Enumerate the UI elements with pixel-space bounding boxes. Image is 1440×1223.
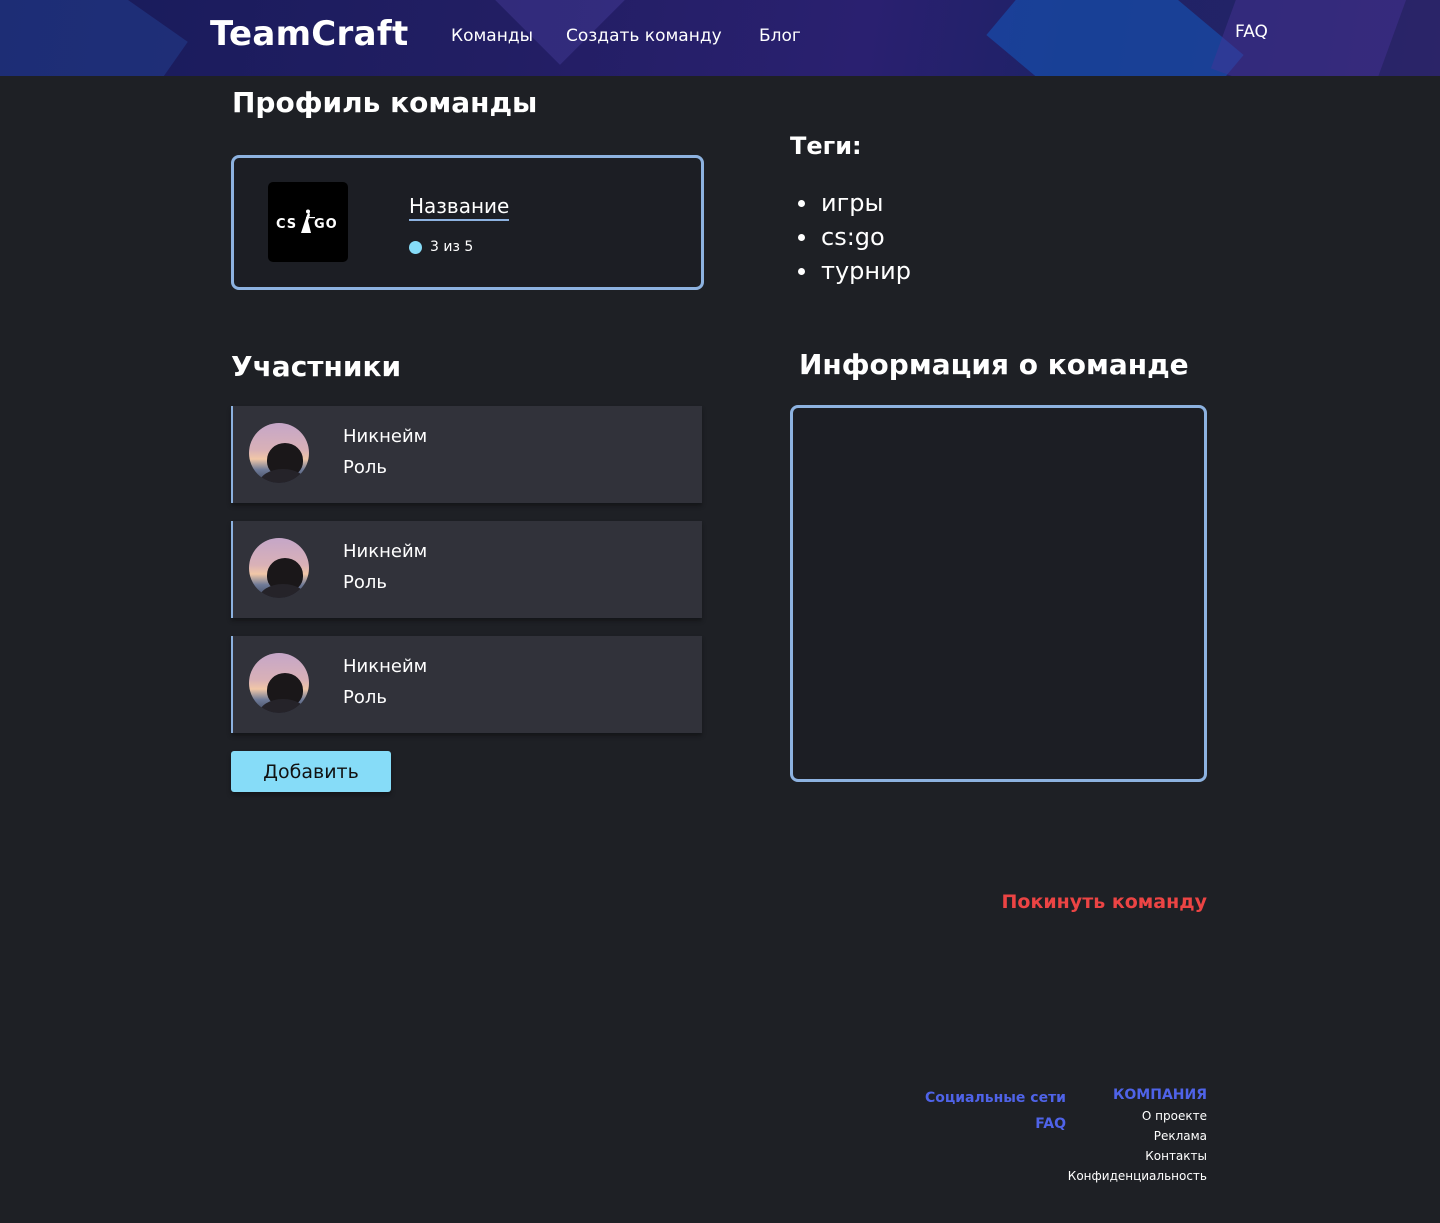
tag-label: cs:go <box>821 223 885 251</box>
tags-heading: Теги: <box>790 132 862 160</box>
svg-text:GO: GO <box>314 217 338 232</box>
bullet-icon <box>798 233 805 241</box>
tag-item: cs:go <box>798 220 911 254</box>
member-nickname: Никнейм <box>343 541 428 562</box>
team-members-count: 3 из 5 <box>409 239 473 255</box>
team-name-link[interactable]: Название <box>409 194 510 221</box>
footer-column-company: КОМПАНИЯ О проекте Реклама Контакты Конф… <box>1068 1085 1207 1186</box>
nav-faq-link[interactable]: FAQ <box>1235 22 1268 42</box>
member-card[interactable]: Никнейм Роль <box>231 406 702 503</box>
leave-team-link[interactable]: Покинуть команду <box>1002 891 1207 913</box>
footer-company-heading: КОМПАНИЯ <box>1112 1087 1207 1103</box>
site-logo[interactable]: TeamCraft <box>210 14 409 54</box>
tag-label: игры <box>821 189 884 217</box>
member-role: Роль <box>343 457 387 478</box>
avatar-silhouette <box>259 584 307 598</box>
avatar <box>249 538 309 598</box>
member-role: Роль <box>343 687 387 708</box>
avatar-silhouette <box>259 699 307 713</box>
nav-teams-link[interactable]: Команды <box>451 26 533 46</box>
team-info-heading: Информация о команде <box>799 348 1189 381</box>
avatar-silhouette <box>259 469 307 483</box>
member-nickname: Никнейм <box>343 656 428 677</box>
member-nickname: Никнейм <box>343 426 428 447</box>
header-decoration <box>986 0 1244 76</box>
tags-list: игры cs:go турнир <box>798 186 911 288</box>
footer-about-link[interactable]: О проекте <box>1068 1106 1207 1126</box>
footer-ads-link[interactable]: Реклама <box>1068 1126 1207 1146</box>
footer-contacts-link[interactable]: Контакты <box>1068 1146 1207 1166</box>
members-heading: Участники <box>231 350 402 383</box>
status-dot-icon <box>409 240 422 254</box>
svg-text:CS: CS <box>276 217 297 232</box>
tag-label: турнир <box>821 257 911 285</box>
team-members-count-text: 3 из 5 <box>430 239 474 255</box>
top-header: TeamCraft Команды Создать команду Блог F… <box>0 0 1440 76</box>
csgo-logo-svg: CS GO <box>276 209 338 233</box>
page: TeamCraft Команды Создать команду Блог F… <box>0 0 1440 1223</box>
team-info-box <box>790 405 1207 782</box>
footer-social-link[interactable]: Социальные сети <box>925 1085 1066 1111</box>
footer-privacy-link[interactable]: Конфиденциальность <box>1068 1166 1207 1186</box>
team-card: CS GO Название 3 из 5 <box>231 155 704 290</box>
nav-create-team-link[interactable]: Создать команду <box>566 26 722 46</box>
csgo-logo-icon: CS GO <box>268 182 348 262</box>
bullet-icon <box>798 199 805 207</box>
bullet-icon <box>798 267 805 275</box>
tag-item: турнир <box>798 254 911 288</box>
profile-heading: Профиль команды <box>232 86 538 119</box>
member-card[interactable]: Никнейм Роль <box>231 636 702 733</box>
add-member-button[interactable]: Добавить <box>231 751 391 792</box>
tag-item: игры <box>798 186 911 220</box>
header-decoration <box>0 0 188 76</box>
footer-column-social: Социальные сети FAQ <box>925 1085 1066 1137</box>
avatar <box>249 423 309 483</box>
member-card[interactable]: Никнейм Роль <box>231 521 702 618</box>
member-role: Роль <box>343 572 387 593</box>
footer-faq-link[interactable]: FAQ <box>925 1111 1066 1137</box>
avatar <box>249 653 309 713</box>
nav-blog-link[interactable]: Блог <box>759 26 801 46</box>
